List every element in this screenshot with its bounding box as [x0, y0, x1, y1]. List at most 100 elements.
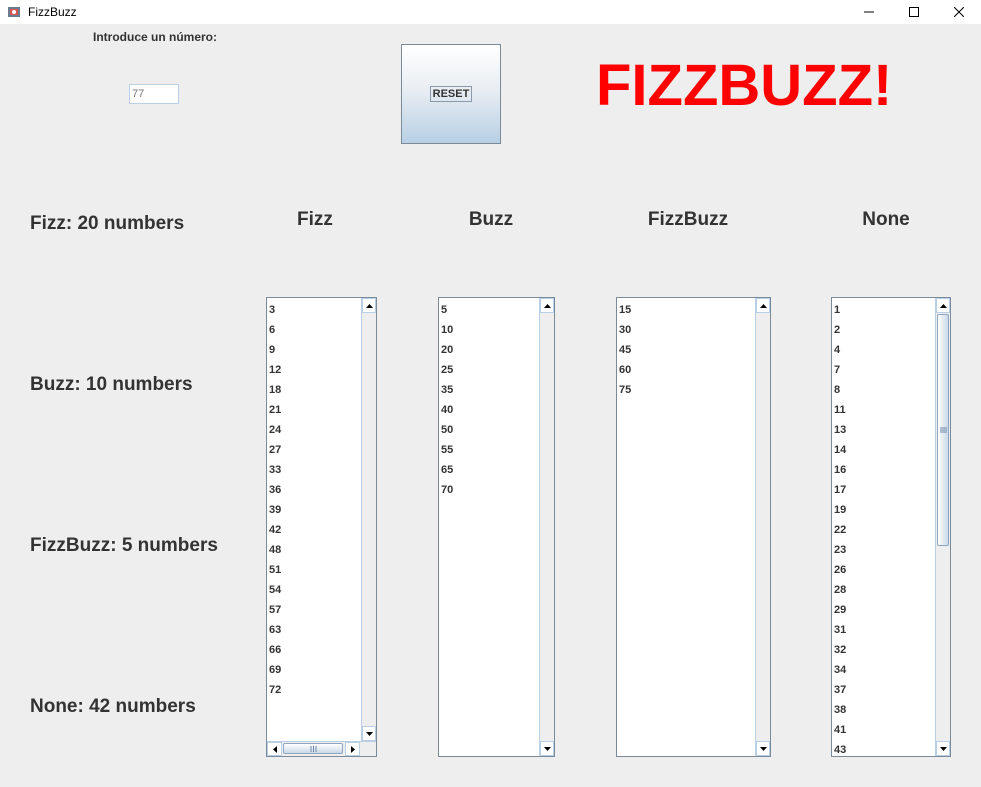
fizz-count-label: Fizz: 20 numbers: [30, 213, 185, 234]
list-item[interactable]: 6: [267, 320, 281, 340]
scroll-up-button[interactable]: [936, 298, 950, 313]
list-item[interactable]: 54: [267, 580, 281, 600]
list-item[interactable]: 3: [267, 300, 281, 320]
scroll-down-button[interactable]: [540, 741, 554, 756]
scroll-up-button[interactable]: [362, 298, 376, 313]
list-item[interactable]: 22: [832, 520, 846, 540]
reset-button[interactable]: RESET: [401, 44, 501, 144]
fizz-list[interactable]: 3 6 9 12 18 21 24 27 33 36 39 42 48 51 54 57 63 66 69 72: [266, 297, 377, 757]
list-item[interactable]: 69: [267, 660, 281, 680]
list-item[interactable]: 30: [617, 320, 631, 340]
arrow-left-icon: [272, 745, 277, 753]
list-item[interactable]: 13: [832, 420, 846, 440]
list-item[interactable]: 34: [832, 660, 846, 680]
list-item[interactable]: 66: [267, 640, 281, 660]
list-item[interactable]: 33: [267, 460, 281, 480]
fizzbuzz-column-header: FizzBuzz: [647, 209, 729, 230]
list-item[interactable]: 16: [832, 460, 846, 480]
scroll-down-button[interactable]: [756, 741, 770, 756]
list-item[interactable]: 19: [832, 500, 846, 520]
fizz-vertical-scrollbar[interactable]: [361, 298, 376, 741]
list-item[interactable]: 63: [267, 620, 281, 640]
list-item[interactable]: 18: [267, 380, 281, 400]
list-item[interactable]: 45: [617, 340, 631, 360]
list-item[interactable]: 50: [439, 420, 453, 440]
fizz-horizontal-scrollbar[interactable]: [267, 741, 376, 756]
list-item[interactable]: 70: [439, 480, 453, 500]
list-item[interactable]: 28: [832, 580, 846, 600]
list-item[interactable]: 14: [832, 440, 846, 460]
minimize-button[interactable]: [846, 0, 892, 24]
none-vertical-scrollbar[interactable]: [935, 298, 950, 756]
close-button[interactable]: [936, 0, 981, 24]
scroll-down-button[interactable]: [362, 726, 376, 741]
list-item[interactable]: 21: [267, 400, 281, 420]
fizzbuzz-list-items: 15 30 45 60 75: [617, 298, 631, 400]
list-item[interactable]: 9: [267, 340, 281, 360]
list-item[interactable]: 48: [267, 540, 281, 560]
list-item[interactable]: 37: [832, 680, 846, 700]
list-item[interactable]: 10: [439, 320, 453, 340]
none-count-label: None: 42 numbers: [30, 696, 196, 717]
list-item[interactable]: 27: [267, 440, 281, 460]
scroll-right-button[interactable]: [345, 742, 360, 756]
scroll-down-button[interactable]: [936, 741, 950, 756]
buzz-vertical-scrollbar[interactable]: [539, 298, 554, 756]
list-item[interactable]: 11: [832, 400, 846, 420]
fizzbuzz-vertical-scrollbar[interactable]: [755, 298, 770, 756]
list-item[interactable]: 65: [439, 460, 453, 480]
fizzbuzz-count-label: FizzBuzz: 5 numbers: [30, 535, 218, 556]
list-item[interactable]: 7: [832, 360, 846, 380]
list-item[interactable]: 2: [832, 320, 846, 340]
list-item[interactable]: 39: [267, 500, 281, 520]
list-item[interactable]: 31: [832, 620, 846, 640]
list-item[interactable]: 24: [267, 420, 281, 440]
scroll-left-button[interactable]: [267, 742, 282, 756]
arrow-down-icon: [759, 746, 767, 751]
arrow-down-icon: [365, 731, 373, 736]
arrow-down-icon: [543, 746, 551, 751]
list-item[interactable]: 35: [439, 380, 453, 400]
list-item[interactable]: 43: [832, 740, 846, 756]
list-item[interactable]: 38: [832, 700, 846, 720]
list-item[interactable]: 15: [617, 300, 631, 320]
buzz-list-items: 5 10 20 25 35 40 50 55 65 70: [439, 298, 453, 500]
list-item[interactable]: 42: [267, 520, 281, 540]
list-item[interactable]: 60: [617, 360, 631, 380]
list-item[interactable]: 17: [832, 480, 846, 500]
list-item[interactable]: 1: [832, 300, 846, 320]
arrow-right-icon: [350, 745, 355, 753]
list-item[interactable]: 40: [439, 400, 453, 420]
scroll-up-button[interactable]: [540, 298, 554, 313]
none-list[interactable]: 1 2 4 7 8 11 13 14 16 17 19 22 23 26 28 29 31 32 34 37 38 41 4…: [831, 297, 951, 757]
number-input[interactable]: [129, 84, 179, 104]
scroll-up-button[interactable]: [756, 298, 770, 313]
list-item[interactable]: 51: [267, 560, 281, 580]
buzz-list[interactable]: 5 10 20 25 35 40 50 55 65 70: [438, 297, 555, 757]
list-item[interactable]: 4: [832, 340, 846, 360]
list-item[interactable]: 26: [832, 560, 846, 580]
list-item[interactable]: 20: [439, 340, 453, 360]
vertical-scroll-thumb[interactable]: [937, 314, 949, 546]
horizontal-scroll-thumb[interactable]: [283, 743, 343, 754]
arrow-up-icon: [759, 303, 767, 308]
list-item[interactable]: 72: [267, 680, 281, 700]
list-item[interactable]: 36: [267, 480, 281, 500]
list-item[interactable]: 8: [832, 380, 846, 400]
buzz-column-header: Buzz: [468, 209, 514, 230]
list-item[interactable]: 12: [267, 360, 281, 380]
arrow-up-icon: [365, 303, 373, 308]
list-item[interactable]: 41: [832, 720, 846, 740]
list-item[interactable]: 25: [439, 360, 453, 380]
fizzbuzz-title: FIZZBUZZ!: [596, 53, 893, 118]
list-item[interactable]: 57: [267, 600, 281, 620]
list-item[interactable]: 23: [832, 540, 846, 560]
maximize-button[interactable]: [891, 0, 937, 24]
list-item[interactable]: 75: [617, 380, 631, 400]
list-item[interactable]: 55: [439, 440, 453, 460]
list-item[interactable]: 29: [832, 600, 846, 620]
list-item[interactable]: 5: [439, 300, 453, 320]
fizzbuzz-list[interactable]: 15 30 45 60 75: [616, 297, 771, 757]
app-icon: [8, 7, 20, 17]
list-item[interactable]: 32: [832, 640, 846, 660]
